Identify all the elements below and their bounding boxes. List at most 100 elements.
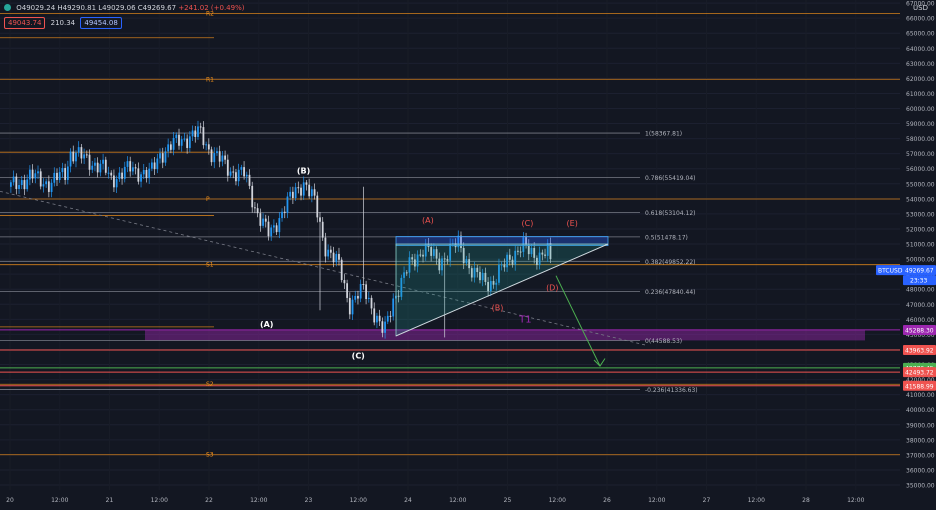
candle-body xyxy=(300,187,302,196)
candle-body xyxy=(142,169,145,175)
candle-body xyxy=(256,208,259,214)
buy-button[interactable]: 49454.08 xyxy=(80,17,122,29)
chart-root[interactable]: R2 R1 P S1 S2 S3 1(58367.81) 0.786(55419.04) 0.… xyxy=(0,0,936,506)
price-tick-label: 55000.00 xyxy=(906,181,935,188)
candle-body xyxy=(278,218,281,233)
time-tick-label: 27 xyxy=(703,497,711,504)
time-tick-label: 28 xyxy=(802,497,810,504)
candle-body xyxy=(240,167,243,170)
candle-body xyxy=(332,252,335,263)
candle-body xyxy=(348,297,351,315)
fib-label: 0.236(47840.44) xyxy=(645,289,696,296)
last-price-tag: 49269.67 xyxy=(905,268,934,275)
symbol-tag: BTCUSD xyxy=(878,268,903,275)
candle-body xyxy=(392,298,395,317)
price-axis: 35000.00 36000.00 37000.00 38000.00 39000.00… xyxy=(906,1,935,490)
candle-body xyxy=(145,169,148,179)
candle-body xyxy=(115,179,118,188)
candle-body xyxy=(294,187,297,199)
candle-body xyxy=(164,151,167,163)
trade-panel: 49043.74 210.34 49454.08 xyxy=(4,17,122,29)
pivot-label: S3 xyxy=(206,452,214,459)
candle-body xyxy=(137,168,140,182)
time-tick-label: 25 xyxy=(504,497,512,504)
time-tick-label: 12:00 xyxy=(648,497,665,504)
price-tick-label: 35000.00 xyxy=(906,483,935,490)
price-tick-label: 50000.00 xyxy=(906,257,935,264)
candle-body xyxy=(167,144,170,152)
candle-body xyxy=(275,225,278,233)
candle-body xyxy=(72,151,75,162)
price-tick-label: 58000.00 xyxy=(906,136,935,143)
wave-label: (C) xyxy=(352,351,365,360)
time-tick-label: 12:00 xyxy=(250,497,267,504)
candle-body xyxy=(216,151,218,154)
candle-body xyxy=(310,189,313,197)
candle-body xyxy=(389,315,392,317)
time-tick-label: 12:00 xyxy=(151,497,168,504)
fib-label: 0.382(49852.22) xyxy=(645,259,696,266)
candle-body xyxy=(161,153,164,163)
time-tick-label: 26 xyxy=(603,497,611,504)
candle-body xyxy=(66,166,69,180)
time-tick-label: 12:00 xyxy=(847,497,864,504)
candle-body xyxy=(191,130,194,137)
sell-button[interactable]: 49043.74 xyxy=(4,17,46,29)
candle-body xyxy=(362,284,365,286)
candle-body xyxy=(313,189,316,196)
candle-body xyxy=(297,187,300,189)
price-tick-label: 39000.00 xyxy=(906,422,935,429)
candle-body xyxy=(129,161,132,172)
candle-body xyxy=(338,253,340,260)
price-tick-label: 64000.00 xyxy=(906,46,935,53)
candle-body xyxy=(340,259,343,281)
ohlc-header: O49029.24 H49290.81 L49029.06 C49269.67 … xyxy=(4,4,244,12)
time-tick-label: 12:00 xyxy=(748,497,765,504)
price-tick-label: 63000.00 xyxy=(906,61,935,68)
candle-body xyxy=(64,168,67,180)
candle-body xyxy=(56,172,58,181)
candle-body xyxy=(237,169,240,182)
candle-body xyxy=(354,295,357,300)
candle-body xyxy=(58,172,61,181)
candle-body xyxy=(254,207,256,209)
candle-body xyxy=(34,173,37,179)
candle-body xyxy=(324,237,327,257)
price-tick-label: 40000.00 xyxy=(906,407,935,414)
candle-body xyxy=(373,308,376,323)
candle-body xyxy=(207,144,210,150)
candle-body xyxy=(110,172,113,176)
candle-body xyxy=(267,221,270,237)
candle-body xyxy=(50,182,53,192)
candle-body xyxy=(126,161,129,167)
candle-body xyxy=(77,147,80,153)
wave-label: (C) xyxy=(521,219,533,228)
fib-label: -0.236(41336.63) xyxy=(645,387,698,394)
candle-body xyxy=(194,130,197,137)
candle-body xyxy=(31,169,34,179)
price-tick-label: 56000.00 xyxy=(906,166,935,173)
candle-body xyxy=(365,284,367,300)
candle-body xyxy=(226,159,229,176)
currency-label: USD xyxy=(913,4,928,12)
wave-label: (D) xyxy=(546,284,558,293)
time-tick-label: 23 xyxy=(305,497,313,504)
price-tick-label: 37000.00 xyxy=(906,452,935,459)
candle-body xyxy=(308,184,311,197)
price-tick-label: 47000.00 xyxy=(906,302,935,309)
fib-label: 0.618(53104.12) xyxy=(645,210,696,217)
pivot-label: P xyxy=(206,196,210,203)
chart-canvas[interactable]: R2R1PS1S2S3 1(58367.81)0.786(55419.04)0.… xyxy=(0,0,936,506)
candle-body xyxy=(121,172,123,179)
candle-body xyxy=(384,321,386,333)
candle-body xyxy=(224,155,226,160)
candle-body xyxy=(132,167,134,172)
time-tick-label: 12:00 xyxy=(449,497,466,504)
candle-body xyxy=(351,299,354,315)
candle-body xyxy=(169,144,172,150)
price-tag: 45288.30 xyxy=(905,328,934,335)
price-tag: 43963.92 xyxy=(905,348,934,355)
candle-body xyxy=(153,162,156,170)
candle-body xyxy=(378,315,381,322)
time-tick-label: 21 xyxy=(106,497,114,504)
